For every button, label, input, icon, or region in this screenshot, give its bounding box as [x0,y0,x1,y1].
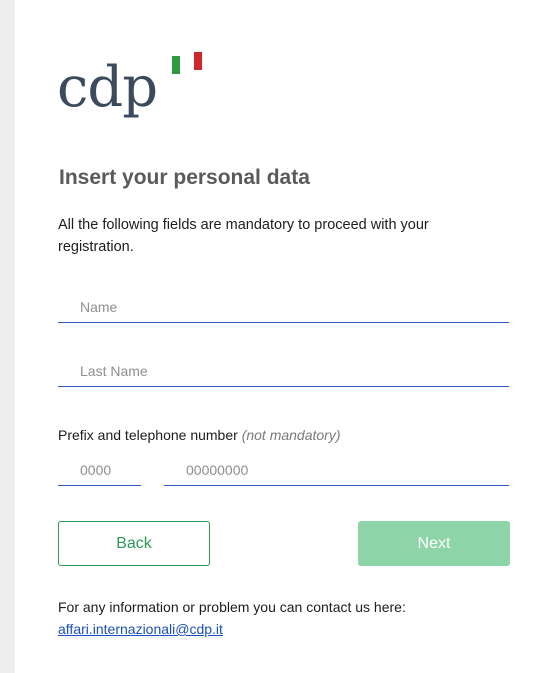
contact-info: For any information or problem you can c… [58,596,406,640]
registration-card: cdp Insert your personal data All the fo… [15,0,555,673]
phone-label: Prefix and telephone number (not mandato… [58,427,341,443]
form-instructions: All the following fields are mandatory t… [58,217,429,255]
italian-flag-icon [172,52,202,78]
contact-email-link[interactable]: affari.internazionali@cdp.it [58,621,223,637]
next-button[interactable]: Next [358,521,510,566]
phone-number-input[interactable] [164,455,509,486]
page-title: Insert your personal data [59,166,310,189]
phone-prefix-input[interactable] [58,455,141,486]
phone-label-text: Prefix and telephone number [58,427,238,443]
logo-text: cdp [57,55,158,120]
phone-optional-note: (not mandatory) [241,427,341,443]
name-input[interactable] [58,292,509,323]
contact-text: For any information or problem you can c… [58,599,406,615]
last-name-input[interactable] [58,356,509,387]
back-button[interactable]: Back [58,521,210,566]
